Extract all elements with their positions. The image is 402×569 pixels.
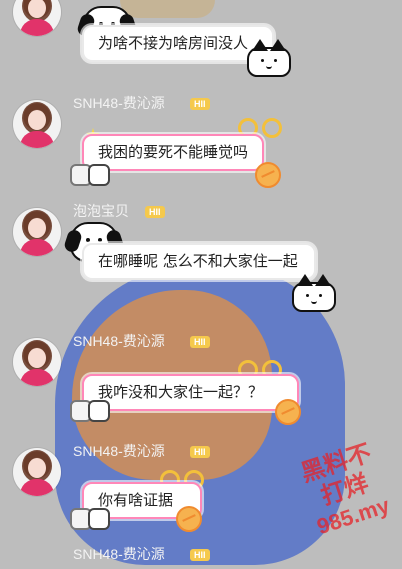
level-badge: HII [190, 446, 210, 458]
message-bubble[interactable]: 我咋没和大家住一起？？ [82, 374, 299, 411]
chat-message: SNH48-费沁源 HII 我困的要死不能睡觉吗 [0, 92, 402, 202]
message-text: 为啥不接为啥房间没人 [98, 34, 249, 52]
chat-message: 泡泡宝贝 HII 在哪睡呢 怎么不和大家住一起 [0, 200, 402, 312]
cats-sticker-icon [70, 400, 110, 422]
yarn-ball-icon [176, 506, 202, 532]
avatar[interactable] [13, 0, 61, 36]
yarn-ball-icon [255, 162, 281, 188]
level-badge: HII [190, 549, 210, 561]
sender-name: SNH48-费沁源 [73, 546, 165, 562]
message-bubble[interactable]: 为啥不接为啥房间没人 [82, 25, 274, 62]
yarn-ball-icon [275, 399, 301, 425]
level-badge: HII [190, 98, 210, 110]
avatar[interactable] [13, 338, 61, 386]
cat-sticker-icon [247, 39, 291, 77]
sender-name: SNH48-费沁源 [73, 443, 165, 459]
message-text: 我困的要死不能睡觉吗 [98, 143, 249, 161]
avatar[interactable] [13, 448, 61, 496]
message-text: 在哪睡呢 怎么不和大家住一起 [98, 252, 298, 270]
cat-sticker-icon [292, 274, 336, 312]
level-badge: HII [145, 206, 165, 218]
chat-message: SNH48-费沁源 HII 我咋没和大家住一起？？ [0, 330, 402, 440]
avatar-shirt [20, 19, 54, 36]
sender-name: 泡泡宝贝 [73, 203, 129, 219]
cats-sticker-icon [70, 164, 110, 186]
message-text: 我咋没和大家住一起？？ [98, 383, 264, 401]
sender-name: SNH48-费沁源 [73, 95, 165, 111]
cats-sticker-icon [70, 508, 110, 530]
avatar[interactable] [13, 208, 61, 256]
level-badge: HII [190, 336, 210, 348]
sender-name: SNH48-费沁源 [73, 333, 165, 349]
avatar[interactable] [13, 100, 61, 148]
message-text: 你有啥证据 [98, 491, 174, 509]
message-bubble[interactable]: 在哪睡呢 怎么不和大家住一起 [82, 243, 316, 280]
